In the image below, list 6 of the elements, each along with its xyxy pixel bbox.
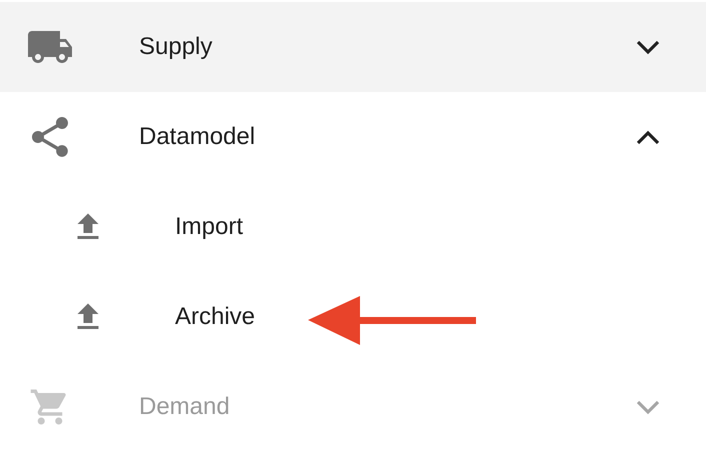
menu-label: Supply bbox=[139, 33, 212, 61]
menu-label: Archive bbox=[175, 303, 256, 331]
menu-label: Datamodel bbox=[139, 123, 256, 151]
menu-label: Import bbox=[175, 213, 244, 241]
menu-item[interactable]: Supply bbox=[0, 2, 706, 92]
menu-label: Demand bbox=[139, 393, 230, 421]
